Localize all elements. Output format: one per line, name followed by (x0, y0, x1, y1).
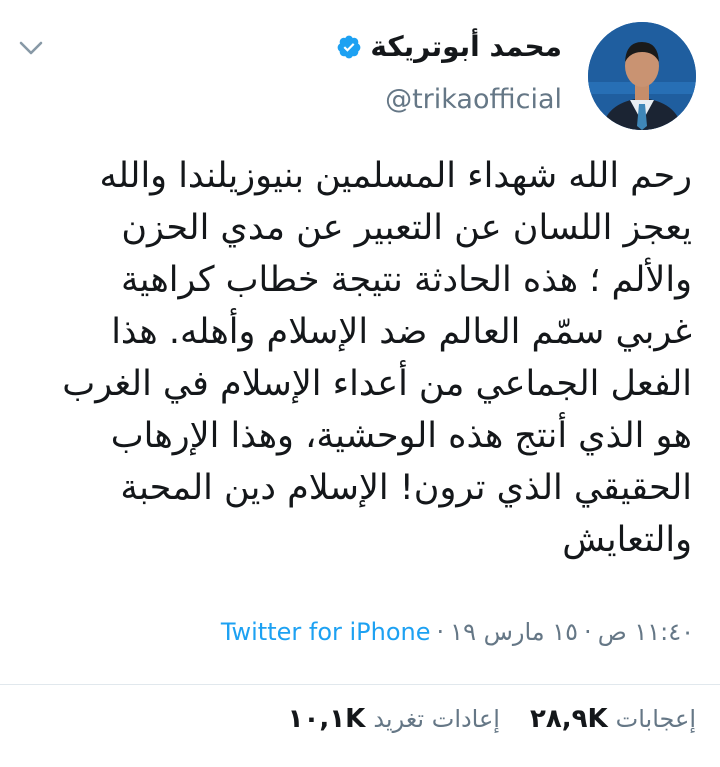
verified-badge-icon (336, 34, 362, 60)
likes-stat[interactable]: ٢٨,٩K إعجابات (530, 704, 696, 734)
meta-separator: · (584, 618, 592, 646)
tweet-text: رحم الله شهداء المسلمين بنيوزيلندا والله… (62, 156, 692, 560)
divider (0, 684, 720, 685)
retweets-stat[interactable]: ١٠,١K إعادات تغريد (288, 704, 500, 734)
author-handle[interactable]: @trikaofficial (385, 84, 562, 115)
likes-count: ٢٨,٩K (529, 704, 608, 734)
tweet-card: محمد أبوتريكة @trikaofficial رحم الله شه… (0, 0, 720, 767)
tweet-source-link[interactable]: Twitter for iPhone (221, 618, 431, 646)
avatar-image (588, 22, 696, 130)
avatar[interactable] (588, 22, 696, 130)
tweet-meta: ١١:٤٠ ص · ١٥ مارس ١٩ · Twitter for iPhon… (221, 618, 694, 646)
likes-label: إعجابات (615, 705, 696, 733)
author-name-row[interactable]: محمد أبوتريكة (336, 30, 562, 63)
tweet-stats: ١٠,١K إعادات تغريد ٢٨,٩K إعجابات (288, 704, 696, 734)
author-display-name[interactable]: محمد أبوتريكة (370, 30, 562, 63)
tweet-date[interactable]: ١٥ مارس ١٩ (450, 618, 578, 646)
meta-separator: · (436, 618, 445, 646)
tweet-time[interactable]: ١١:٤٠ ص (598, 618, 694, 646)
retweets-count: ١٠,١K (287, 704, 366, 734)
retweets-label: إعادات تغريد (373, 705, 500, 733)
chevron-down-icon[interactable] (18, 38, 44, 58)
